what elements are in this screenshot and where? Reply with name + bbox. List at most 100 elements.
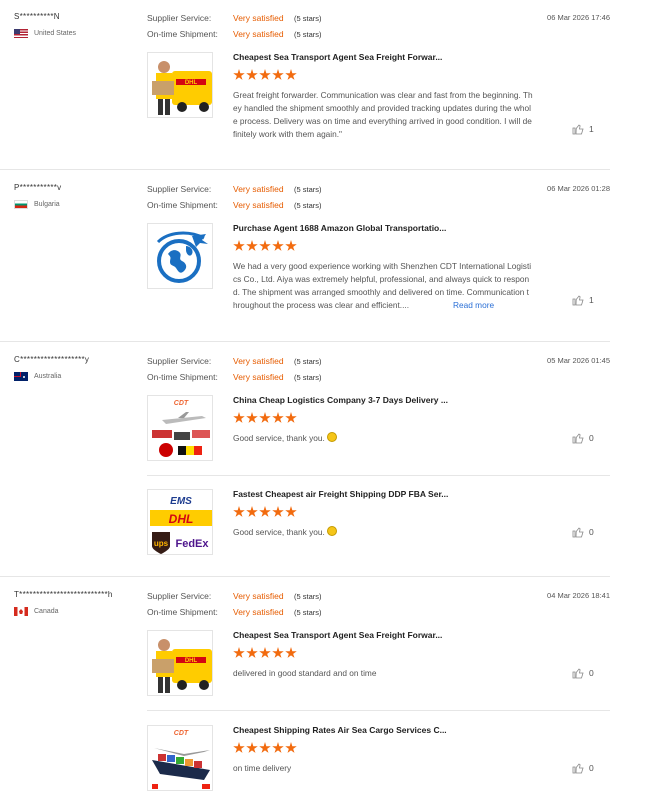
star-icon bbox=[233, 69, 245, 80]
supplier-service-label: Supplier Service: bbox=[147, 184, 212, 194]
product-title-link[interactable]: Cheapest Sea Transport Agent Sea Freight… bbox=[233, 52, 442, 62]
star-icon bbox=[259, 412, 271, 423]
review-text-content: Good service, thank you. bbox=[233, 527, 325, 537]
supplier-service-label: Supplier Service: bbox=[147, 356, 212, 366]
supplier-stars: (5 stars) bbox=[294, 592, 322, 601]
helpful-button[interactable]: 0 bbox=[572, 667, 594, 679]
star-icon bbox=[285, 506, 297, 517]
thumbs-up-icon bbox=[572, 124, 584, 135]
read-more-link[interactable]: Read more bbox=[453, 300, 494, 310]
carrier-logos-image: EMS DHL ups FedEx bbox=[148, 490, 212, 554]
product-thumbnail[interactable] bbox=[147, 223, 213, 289]
star-icon bbox=[272, 240, 284, 251]
product-title-link[interactable]: Cheapest Shipping Rates Air Sea Cargo Se… bbox=[233, 725, 447, 735]
star-icon bbox=[259, 506, 271, 517]
svg-text:EMS: EMS bbox=[170, 496, 192, 507]
dhl-courier-image: DHL bbox=[148, 631, 212, 695]
review-text: We had a very good experience working wi… bbox=[233, 260, 533, 312]
thumbs-up-icon bbox=[572, 527, 584, 538]
star-icon bbox=[233, 506, 245, 517]
shipment-stars: (5 stars) bbox=[294, 30, 322, 39]
star-icon bbox=[272, 647, 284, 658]
star-rating bbox=[233, 647, 297, 659]
au-flag-icon bbox=[14, 372, 28, 381]
review-text: Great freight forwarder. Communication w… bbox=[233, 90, 533, 139]
helpful-button[interactable]: 0 bbox=[572, 762, 594, 774]
product-title-link[interactable]: China Cheap Logistics Company 3-7 Days D… bbox=[233, 395, 448, 405]
product-title-link[interactable]: Purchase Agent 1688 Amazon Global Transp… bbox=[233, 223, 446, 233]
shipment-rating: Very satisfied bbox=[233, 200, 284, 210]
review-text: on time delivery bbox=[233, 763, 292, 773]
on-time-shipment-label: On-time Shipment: bbox=[147, 607, 218, 617]
helpful-count: 1 bbox=[589, 295, 594, 305]
star-icon bbox=[233, 647, 245, 658]
star-icon bbox=[285, 742, 297, 753]
review-divider bbox=[0, 169, 610, 170]
globe-plane-image bbox=[148, 224, 212, 288]
product-divider bbox=[147, 475, 610, 476]
supplier-stars: (5 stars) bbox=[294, 14, 322, 23]
helpful-button[interactable]: 0 bbox=[572, 432, 594, 444]
product-divider bbox=[147, 710, 610, 711]
helpful-count: 0 bbox=[589, 527, 594, 537]
reviewer-country: Bulgaria bbox=[14, 200, 60, 209]
product-thumbnail[interactable]: DHL bbox=[147, 630, 213, 696]
review-text: Good service, thank you. bbox=[233, 432, 533, 445]
product-thumbnail[interactable]: EMS DHL ups FedEx bbox=[147, 489, 213, 555]
review-text: Good service, thank you. bbox=[233, 526, 533, 539]
helpful-count: 0 bbox=[589, 763, 594, 773]
reviewer-name: S**********N bbox=[14, 12, 60, 21]
star-icon bbox=[259, 240, 271, 251]
supplier-service-label: Supplier Service: bbox=[147, 591, 212, 601]
us-flag-icon bbox=[14, 29, 28, 38]
helpful-button[interactable]: 1 bbox=[572, 294, 594, 306]
star-icon bbox=[285, 412, 297, 423]
svg-text:FedEx: FedEx bbox=[175, 538, 209, 550]
product-thumbnail[interactable]: CDT bbox=[147, 395, 213, 461]
helpful-button[interactable]: 1 bbox=[572, 123, 594, 135]
smiley-icon bbox=[326, 526, 337, 536]
star-icon bbox=[272, 506, 284, 517]
on-time-shipment-label: On-time Shipment: bbox=[147, 372, 218, 382]
star-icon bbox=[246, 647, 258, 658]
product-title-link[interactable]: Cheapest Sea Transport Agent Sea Freight… bbox=[233, 630, 442, 640]
review-date: 05 Mar 2026 01:45 bbox=[547, 356, 610, 365]
product-title-link[interactable]: Fastest Cheapest air Freight Shipping DD… bbox=[233, 489, 448, 499]
product-thumbnail[interactable]: DHL bbox=[147, 52, 213, 118]
review-date: 06 Mar 2026 17:46 bbox=[547, 13, 610, 22]
supplier-rating: Very satisfied bbox=[233, 184, 284, 194]
star-icon bbox=[259, 742, 271, 753]
helpful-button[interactable]: 0 bbox=[572, 526, 594, 538]
star-rating bbox=[233, 506, 297, 518]
supplier-rating: Very satisfied bbox=[233, 591, 284, 601]
star-icon bbox=[246, 742, 258, 753]
supplier-stars: (5 stars) bbox=[294, 357, 322, 366]
star-icon bbox=[246, 506, 258, 517]
star-icon bbox=[233, 240, 245, 251]
star-rating bbox=[233, 240, 297, 252]
shipment-stars: (5 stars) bbox=[294, 373, 322, 382]
reviewer-name: P***********v bbox=[14, 183, 62, 192]
cdt-logistics-image: CDT bbox=[148, 396, 212, 460]
supplier-stars: (5 stars) bbox=[294, 185, 322, 194]
star-icon bbox=[246, 412, 258, 423]
star-icon bbox=[272, 742, 284, 753]
supplier-rating: Very satisfied bbox=[233, 356, 284, 366]
star-icon bbox=[233, 412, 245, 423]
svg-text:CDT: CDT bbox=[174, 400, 189, 407]
shipment-rating: Very satisfied bbox=[233, 607, 284, 617]
country-name: Australia bbox=[34, 373, 62, 380]
star-icon bbox=[246, 69, 258, 80]
helpful-count: 0 bbox=[589, 433, 594, 443]
thumbs-up-icon bbox=[572, 763, 584, 774]
reviewer-name: C*******************y bbox=[14, 355, 90, 364]
smiley-icon bbox=[326, 432, 337, 442]
review-divider bbox=[0, 576, 610, 577]
product-thumbnail[interactable]: CDT bbox=[147, 725, 213, 791]
shipment-rating: Very satisfied bbox=[233, 372, 284, 382]
review-divider bbox=[0, 341, 610, 342]
supplier-rating: Very satisfied bbox=[233, 13, 284, 23]
star-rating bbox=[233, 412, 297, 424]
thumbs-up-icon bbox=[572, 668, 584, 679]
star-icon bbox=[259, 647, 271, 658]
